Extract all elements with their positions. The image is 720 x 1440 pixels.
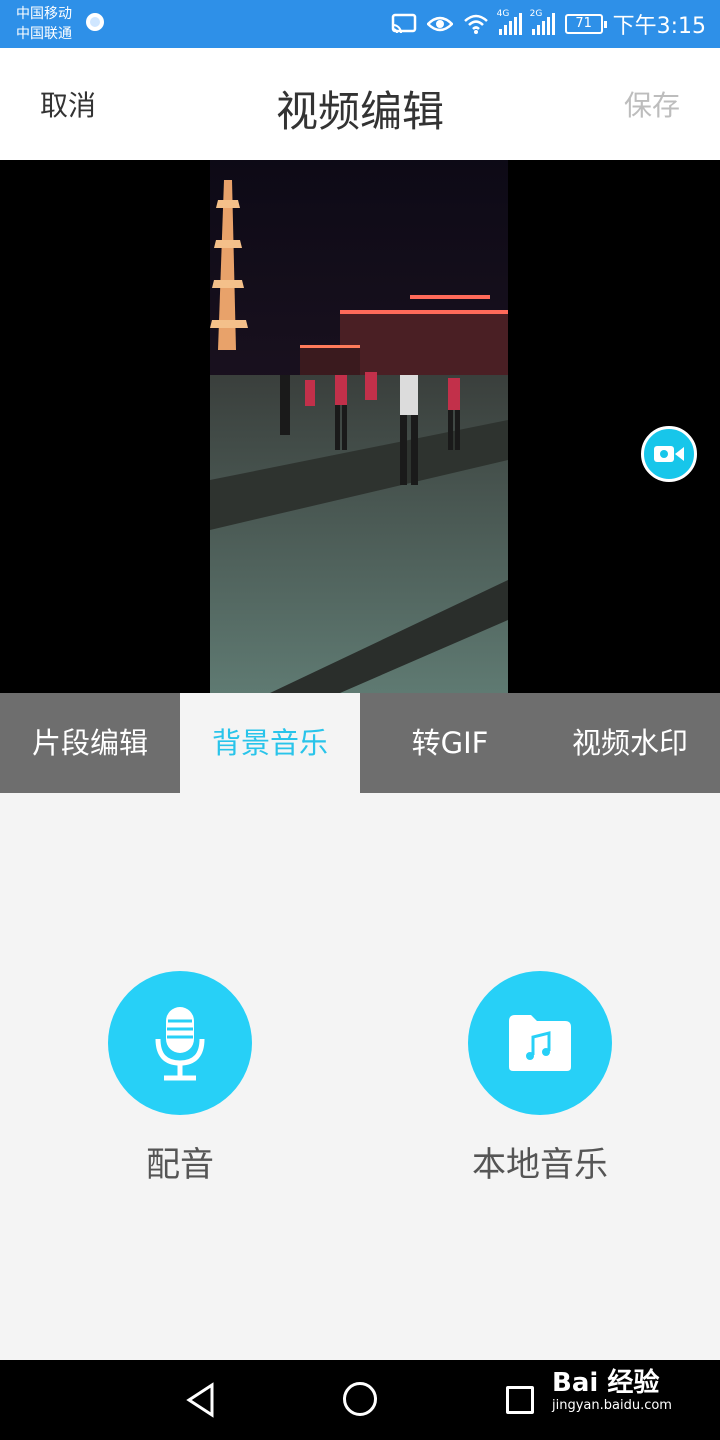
local-music-label: 本地音乐	[472, 1145, 608, 1185]
watermark-sub: jingyan.baidu.com	[552, 1398, 672, 1413]
local-music-button[interactable]	[468, 971, 612, 1115]
signal-2-tag: 2G	[529, 9, 543, 19]
tab-clip-edit[interactable]: 片段编辑	[0, 693, 180, 793]
video-frame[interactable]	[210, 160, 508, 693]
wifi-icon	[463, 14, 488, 34]
video-preview-area	[0, 160, 720, 693]
music-folder-icon	[509, 1015, 571, 1071]
signal-icon-2: 2G	[530, 9, 555, 35]
carrier-1: 中国移动	[16, 6, 72, 22]
system-nav-bar: Bai 经验 jingyan.baidu.com	[0, 1360, 720, 1440]
page-title: 视频编辑	[275, 87, 444, 136]
top-bar: 取消 视频编辑 保存	[0, 48, 720, 160]
back-icon[interactable]	[185, 1382, 215, 1418]
recent-apps-icon[interactable]	[506, 1386, 534, 1414]
status-icons: 4G 2G 71 下午3:15	[391, 6, 706, 42]
signal-1-tag: 4G	[496, 9, 510, 19]
dub-action[interactable]: 配音	[80, 971, 280, 1186]
cast-icon	[391, 13, 416, 34]
battery-icon: 71	[564, 14, 607, 34]
music-panel: 配音 本地音乐	[0, 793, 720, 1360]
clock: 下午3:15	[612, 14, 706, 39]
local-music-action[interactable]: 本地音乐	[440, 971, 640, 1186]
edit-tabs: 片段编辑 背景音乐 转GIF 视频水印	[0, 693, 720, 793]
location-icon	[86, 13, 104, 31]
signal-icon-1: 4G	[497, 9, 522, 35]
dub-button[interactable]	[108, 971, 252, 1115]
carrier-2: 中国联通	[16, 26, 72, 42]
eye-icon	[426, 16, 453, 32]
video-thumbnail	[210, 160, 508, 693]
microphone-icon	[155, 1007, 205, 1081]
baidu-watermark: Bai 经验 jingyan.baidu.com	[552, 1368, 672, 1414]
save-button[interactable]: 保存	[624, 84, 680, 124]
tab-video-watermark[interactable]: 视频水印	[540, 693, 720, 793]
tab-to-gif[interactable]: 转GIF	[360, 693, 540, 793]
tab-background-music[interactable]: 背景音乐	[180, 693, 360, 793]
record-video-button[interactable]	[641, 426, 697, 482]
dub-label: 配音	[146, 1145, 214, 1185]
watermark-main: Bai 经验	[552, 1368, 660, 1398]
status-bar: 中国移动 中国联通 4G 2G 71 下午3:15	[0, 0, 720, 48]
carrier-info: 中国移动 中国联通	[16, 4, 72, 44]
video-camera-icon	[654, 446, 684, 462]
home-icon[interactable]	[343, 1382, 377, 1416]
